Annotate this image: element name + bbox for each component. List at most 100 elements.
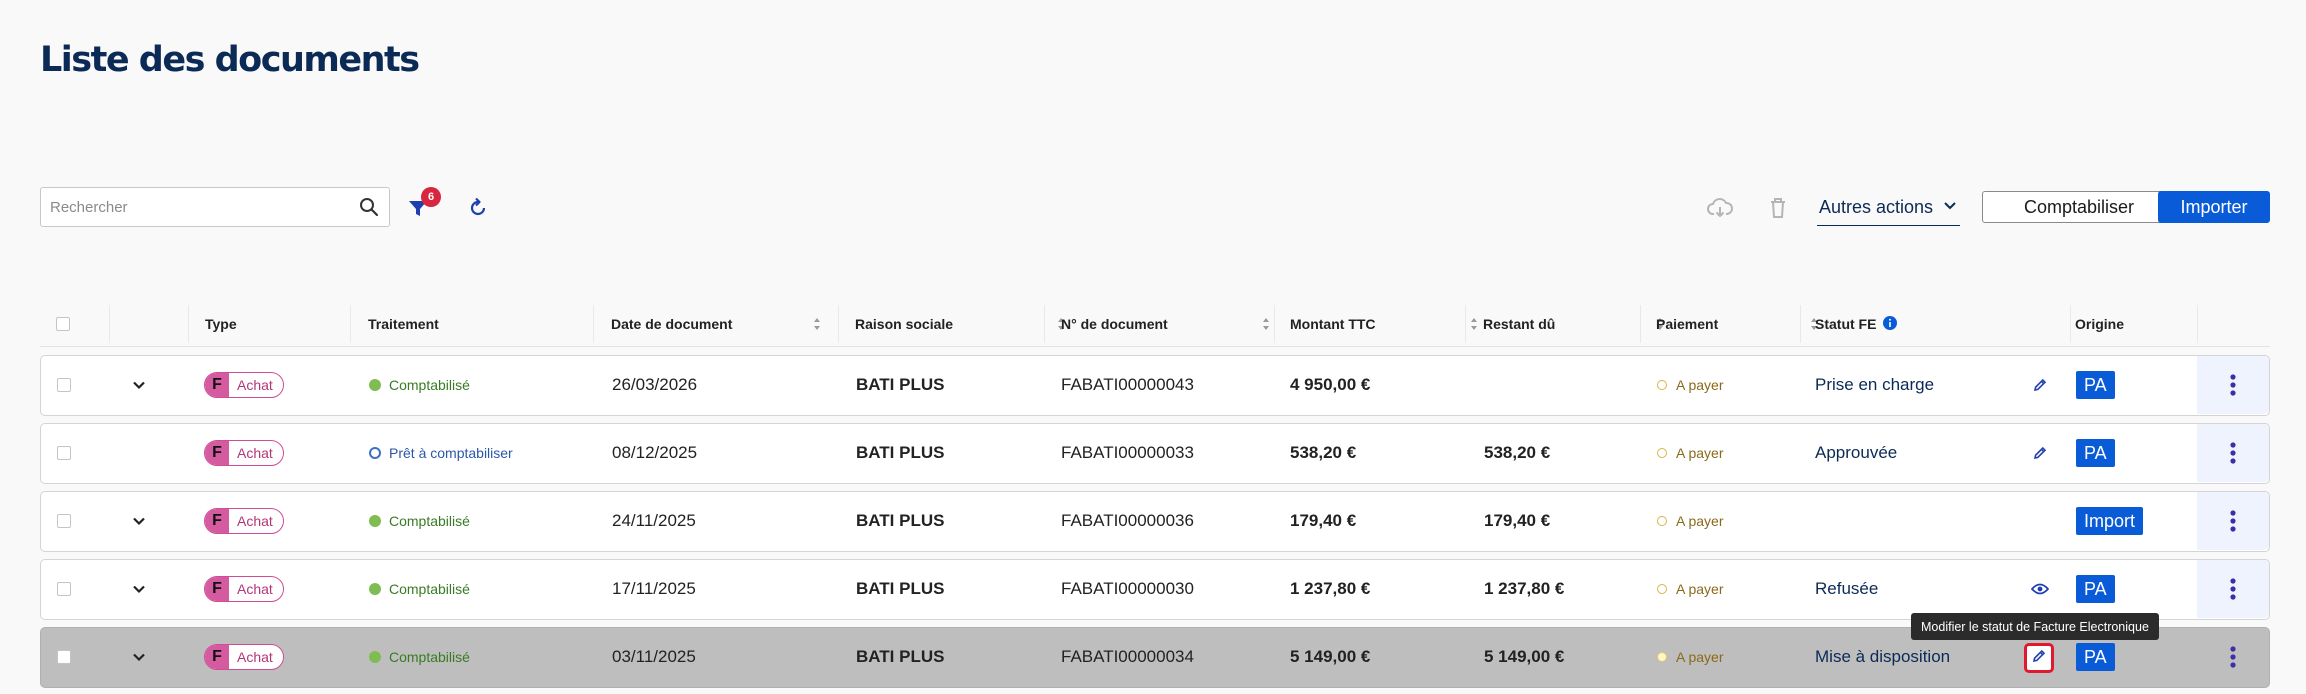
search-icon[interactable] — [349, 188, 389, 226]
numero-cell: FABATI00000030 — [1061, 579, 1194, 598]
header-paiement-label: Paiement — [1656, 316, 1719, 332]
header-numero-label: N° de document — [1061, 316, 1168, 332]
type-label: Achat — [237, 581, 273, 597]
paiement-status: A payer — [1657, 424, 1723, 482]
numero-cell: FABATI00000043 — [1061, 375, 1194, 394]
type-badge: F Achat — [204, 560, 284, 618]
origine-cell: PA — [2076, 356, 2115, 414]
table-row[interactable]: F Achat Prêt à comptabiliser 08/12/2025 … — [40, 423, 2270, 484]
sort-icon[interactable] — [813, 317, 821, 331]
type-badge: F Achat — [204, 356, 284, 414]
status-dot-icon — [369, 651, 381, 663]
statut-fe-cell: Refusée — [1815, 579, 1879, 598]
type-badge: F Achat — [204, 628, 284, 686]
type-letter: F — [205, 577, 229, 601]
cloud-download-icon[interactable] — [1706, 194, 1734, 222]
autres-actions-dropdown[interactable]: Autres actions — [1817, 190, 1960, 226]
more-actions-icon[interactable] — [2197, 492, 2269, 550]
more-actions-icon[interactable] — [2197, 356, 2269, 414]
header-numero[interactable]: N° de document — [1061, 301, 1273, 347]
origine-cell: PA — [2076, 560, 2115, 618]
edit-statut-icon[interactable] — [2025, 424, 2055, 482]
date-cell: 03/11/2025 — [612, 647, 696, 666]
type-badge: F Achat — [204, 424, 284, 482]
date-cell: 08/12/2025 — [612, 443, 698, 462]
trash-icon[interactable] — [1764, 194, 1792, 222]
comptabiliser-button[interactable]: Comptabiliser — [1982, 191, 2176, 223]
origine-cell: Import — [2076, 492, 2144, 550]
header-type: Type — [205, 316, 237, 332]
table-header: Type Traitement Date de document Raison … — [40, 301, 2270, 347]
paiement-label: A payer — [1676, 649, 1724, 665]
payment-dot-icon — [1657, 584, 1667, 594]
more-actions-icon[interactable] — [2197, 424, 2269, 482]
date-cell: 26/03/2026 — [612, 375, 698, 394]
row-checkbox[interactable] — [57, 424, 71, 482]
traitement-label: Comptabilisé — [389, 377, 470, 393]
expand-chevron-icon[interactable] — [131, 560, 147, 618]
importer-button[interactable]: Importer — [2158, 191, 2270, 223]
restant-cell: 538,20 € — [1484, 443, 1551, 462]
raison-sociale-cell: BATI PLUS — [856, 511, 945, 530]
view-eye-icon[interactable] — [2025, 560, 2055, 618]
restant-cell: 1 237,80 € — [1484, 579, 1565, 598]
sort-icon[interactable] — [1262, 317, 1270, 331]
paiement-status: A payer — [1657, 492, 1723, 550]
montant-cell: 179,40 € — [1290, 511, 1357, 530]
paiement-label: A payer — [1676, 513, 1724, 529]
origine-tag: PA — [2076, 643, 2115, 671]
row-checkbox[interactable] — [57, 356, 71, 414]
raison-sociale-cell: BATI PLUS — [856, 647, 945, 666]
search-box[interactable] — [40, 187, 390, 227]
edit-statut-icon[interactable] — [2025, 356, 2055, 414]
raison-sociale-cell: BATI PLUS — [856, 443, 945, 462]
header-traitement: Traitement — [368, 316, 439, 332]
header-restant[interactable]: Restant dû — [1483, 301, 1673, 347]
expand-chevron-icon[interactable] — [131, 492, 147, 550]
row-checkbox[interactable] — [57, 560, 71, 618]
edit-statut-fe-button[interactable] — [2024, 643, 2054, 673]
page-title: Liste des documents — [40, 40, 420, 80]
montant-cell: 1 237,80 € — [1290, 579, 1371, 598]
header-raison[interactable]: Raison sociale — [855, 301, 1067, 347]
type-letter: F — [205, 373, 229, 397]
header-montant[interactable]: Montant TTC — [1290, 301, 1480, 347]
empty-action — [2025, 492, 2055, 550]
refresh-icon[interactable] — [465, 195, 491, 221]
select-all-checkbox[interactable] — [56, 301, 70, 347]
raison-sociale-cell: BATI PLUS — [856, 579, 945, 598]
status-dot-icon — [369, 583, 381, 595]
type-label: Achat — [237, 649, 273, 665]
header-date[interactable]: Date de document — [611, 301, 836, 347]
statut-fe-cell: Prise en charge — [1815, 375, 1935, 394]
expand-chevron-icon[interactable] — [131, 356, 147, 414]
numero-cell: FABATI00000034 — [1061, 647, 1194, 666]
payment-dot-icon — [1657, 448, 1667, 458]
origine-tag: PA — [2076, 371, 2115, 399]
sort-icon[interactable] — [1470, 317, 1478, 331]
expand-chevron-icon[interactable] — [131, 628, 147, 686]
row-checkbox[interactable] — [57, 492, 71, 550]
table-row[interactable]: F Achat Comptabilisé 24/11/2025 BATI PLU… — [40, 491, 2270, 552]
info-icon[interactable] — [1883, 315, 1898, 333]
traitement-status: Comptabilisé — [369, 560, 470, 618]
row-checkbox[interactable] — [57, 628, 71, 686]
paiement-status: A payer — [1657, 356, 1723, 414]
status-dot-icon — [369, 515, 381, 527]
header-montant-label: Montant TTC — [1290, 316, 1376, 332]
date-cell: 24/11/2025 — [612, 511, 696, 530]
date-cell: 17/11/2025 — [612, 579, 696, 598]
more-actions-icon[interactable] — [2197, 628, 2269, 686]
payment-dot-icon — [1657, 380, 1667, 390]
more-actions-icon[interactable] — [2197, 560, 2269, 618]
origine-tag: PA — [2076, 439, 2115, 467]
paiement-status: A payer — [1657, 560, 1723, 618]
table-row[interactable]: F Achat Comptabilisé 17/11/2025 BATI PLU… — [40, 559, 2270, 620]
filter-count-badge: 6 — [421, 187, 441, 207]
search-input[interactable] — [41, 188, 349, 226]
table-row[interactable]: F Achat Comptabilisé 26/03/2026 BATI PLU… — [40, 355, 2270, 416]
paiement-label: A payer — [1676, 377, 1724, 393]
autres-actions-label: Autres actions — [1819, 197, 1934, 217]
traitement-label: Comptabilisé — [389, 649, 470, 665]
header-origine: Origine — [2075, 316, 2125, 332]
